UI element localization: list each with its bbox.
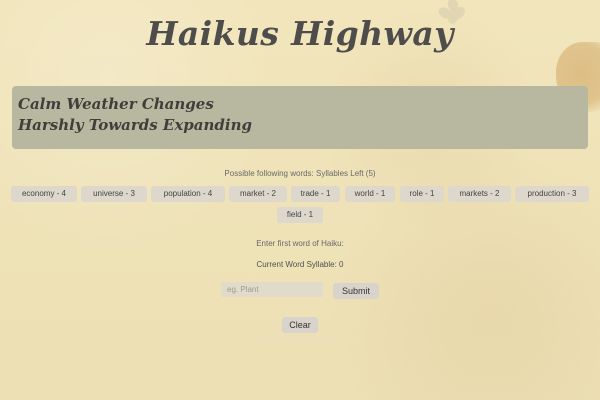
possible-words-label: Possible following words: Syllables Left… <box>224 169 376 178</box>
clear-button[interactable]: Clear <box>282 317 318 333</box>
haiku-word-input[interactable] <box>221 282 323 297</box>
word-chip[interactable]: trade - 1 <box>291 186 340 202</box>
word-chip[interactable]: economy - 4 <box>11 186 77 202</box>
submit-button[interactable]: Submit <box>333 283 379 299</box>
syllable-status: Current Word Syllable: 0 <box>256 260 344 269</box>
word-chip[interactable]: universe - 3 <box>81 186 147 202</box>
word-chip[interactable]: field - 1 <box>277 207 323 223</box>
word-chip[interactable]: world - 1 <box>345 186 395 202</box>
haiku-display: Calm Weather Changes Harshly Towards Exp… <box>12 86 588 149</box>
word-chip[interactable]: production - 3 <box>515 186 589 202</box>
word-chip[interactable]: markets - 2 <box>448 186 511 202</box>
word-chip[interactable]: population - 4 <box>151 186 225 202</box>
page-title: Haikus Highway <box>146 14 454 53</box>
haiku-line-2: Harshly Towards Expanding <box>18 116 252 134</box>
entry-prompt: Enter first word of Haiku: <box>256 239 344 248</box>
haiku-line-1: Calm Weather Changes <box>18 95 214 113</box>
word-chip[interactable]: market - 2 <box>229 186 287 202</box>
word-chip[interactable]: role - 1 <box>400 186 444 202</box>
